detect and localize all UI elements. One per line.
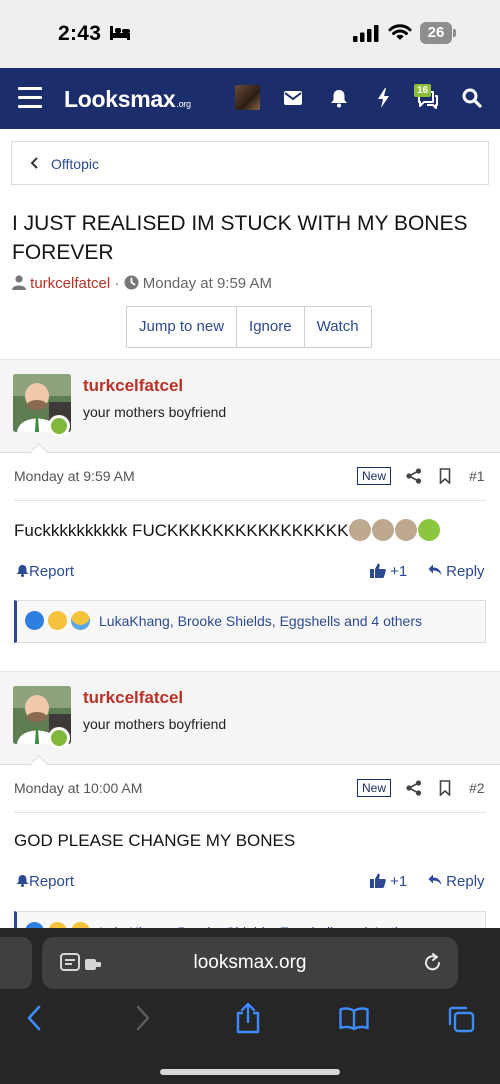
logo-text: Looksmax [64,86,176,112]
ignore-button[interactable]: Ignore [236,307,304,347]
post-date[interactable]: Monday at 10:00 AM [14,780,142,796]
bookmark-icon[interactable] [439,468,451,484]
post-number[interactable]: #2 [469,780,485,796]
thread-date[interactable]: Monday at 9:59 AM [143,275,272,292]
like-label: +1 [390,563,408,580]
logo-suffix: .org [176,99,191,109]
online-indicator [48,727,70,749]
post-body: Fuckkkkkkkkkk FUCKKKKKKKKKKKKKKKK [14,519,441,541]
site-navbar: Looksmax.org 16 [0,68,500,129]
status-bar: 2:43 26 [0,0,500,68]
new-badge: New [357,779,392,797]
tabs-icon[interactable] [447,1005,475,1033]
post-divider [14,500,486,501]
battery-level: 26 [420,22,452,44]
battery-cap [453,29,456,37]
crying-reaction-icon [71,611,90,630]
meme-emoji [349,519,372,541]
thread-meta: turkcelfatcel · Monday at 9:59 AM [12,275,272,292]
reload-icon[interactable] [423,953,443,973]
report-link[interactable]: Report [16,873,74,890]
post-username[interactable]: turkcelfatcel [83,688,183,708]
like-reaction-icon [25,611,44,630]
jump-to-new-button[interactable]: Jump to new [127,307,236,347]
user-icon [12,275,26,290]
sleep-focus-icon [110,26,130,40]
post-user-title: your mothers boyfriend [83,716,227,732]
cellular-signal-icon [353,25,379,42]
like-button[interactable]: +1 [370,563,407,580]
alerts-badge: 16 [414,84,432,97]
previous-tab-preview[interactable] [0,937,32,989]
bell-icon [16,875,29,887]
bell-icon [16,565,29,577]
share-icon[interactable] [406,468,422,484]
post-number[interactable]: #1 [469,468,485,484]
wifi-icon [388,24,412,40]
url-text[interactable]: looksmax.org [42,952,458,974]
new-badge: New [357,467,392,485]
forward-icon[interactable] [135,1005,151,1031]
reply-icon [428,874,442,885]
home-indicator [160,1069,340,1075]
watch-button[interactable]: Watch [303,307,371,347]
share-icon[interactable] [406,780,422,796]
back-icon[interactable] [26,1005,42,1031]
address-bar[interactable]: looksmax.org [42,937,458,989]
meta-separator: · [114,275,120,292]
bolt-icon[interactable] [377,88,390,108]
post-text: Fuckkkkkkkkkk FUCKKKKKKKKKKKKKKKK [14,521,349,540]
share-icon[interactable] [235,1002,261,1034]
clock-icon [124,275,139,290]
reactions-bar[interactable]: LukaKhang, Brooke Shields, Eggshells and… [14,600,486,643]
post-user-header: turkcelfatcel your mothers boyfriend [0,359,500,463]
report-link[interactable]: Report [16,563,74,580]
report-label: Report [29,873,75,890]
thread-actions: Jump to new Ignore Watch [126,306,372,348]
post-user-title: your mothers boyfriend [83,404,227,420]
reply-label: Reply [446,563,485,580]
post-arrow [29,443,49,463]
reply-label: Reply [446,873,485,890]
like-button[interactable]: +1 [370,873,407,890]
user-avatar[interactable] [235,85,260,110]
menu-icon[interactable] [18,87,42,109]
bell-icon[interactable] [330,89,348,108]
status-time: 2:43 [58,22,102,45]
thumbs-up-icon [370,563,386,578]
thread-author[interactable]: turkcelfatcel [30,275,110,292]
chevron-left-icon [30,157,38,169]
site-logo[interactable]: Looksmax.org [64,86,191,113]
meme-emoji [395,519,418,541]
reply-icon [428,564,442,575]
thread-title: I JUST REALISED IM STUCK WITH MY BONES F… [12,212,468,264]
inbox-icon[interactable] [284,91,302,105]
post-username[interactable]: turkcelfatcel [83,376,183,396]
breadcrumb[interactable]: Offtopic [11,141,489,185]
nauseated-emoji [418,519,441,541]
reply-button[interactable]: Reply [428,873,485,890]
post-user-header: turkcelfatcel your mothers boyfriend [0,671,500,775]
meme-emoji [372,519,395,541]
breadcrumb-forum-link[interactable]: Offtopic [51,156,99,172]
online-indicator [48,415,70,437]
sad-reaction-icon [48,611,67,630]
post-divider [14,812,486,813]
like-label: +1 [390,873,408,890]
post-text: GOD PLEASE CHANGE MY BONES [14,831,296,850]
battery-indicator: 26 [420,22,456,44]
bookmark-icon[interactable] [439,780,451,796]
post-arrow [29,755,49,775]
search-icon[interactable] [462,88,482,108]
post-body: GOD PLEASE CHANGE MY BONES [14,831,295,851]
post-date[interactable]: Monday at 9:59 AM [14,468,135,484]
thumbs-up-icon [370,873,386,888]
bookmarks-icon[interactable] [339,1007,369,1031]
reply-button[interactable]: Reply [428,563,485,580]
report-label: Report [29,563,75,580]
browser-toolbar: looksmax.org [0,928,500,1084]
reactions-users[interactable]: LukaKhang, Brooke Shields, Eggshells and… [99,613,422,629]
